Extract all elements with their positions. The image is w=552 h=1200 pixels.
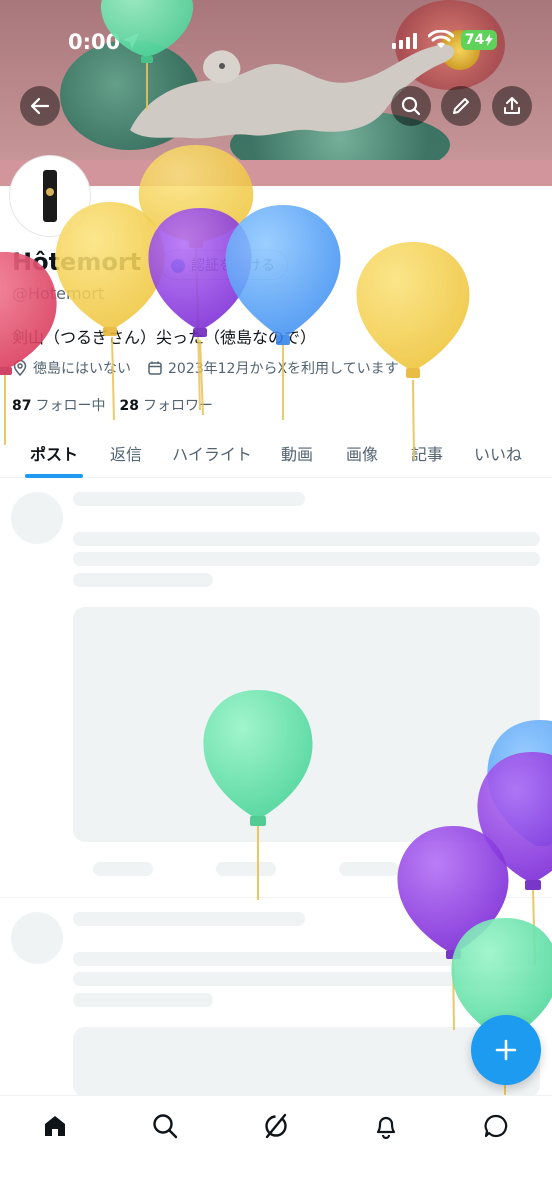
skeleton-line <box>73 912 305 926</box>
nav-messages[interactable] <box>480 1110 512 1142</box>
display-name: Hôtemort <box>12 248 142 276</box>
skeleton-avatar <box>11 492 63 544</box>
search-button[interactable] <box>391 86 431 126</box>
skeleton-line <box>73 972 540 986</box>
location-item: 徳島にはいない <box>12 358 131 378</box>
nav-search[interactable] <box>149 1110 181 1142</box>
tab-images[interactable]: 画像 <box>314 428 410 478</box>
skeleton-avatar <box>11 912 63 964</box>
tab-label: 動画 <box>280 445 313 464</box>
status-time: 0:00 <box>68 30 121 54</box>
share-button[interactable] <box>492 86 532 126</box>
search-icon <box>401 96 421 116</box>
get-verified-button[interactable]: 認証を受ける <box>160 250 288 280</box>
skeleton-line <box>73 952 540 966</box>
avatar[interactable] <box>10 156 90 236</box>
nav-notifications[interactable] <box>370 1110 402 1142</box>
feed-divider <box>0 897 552 898</box>
skeleton-line <box>73 532 540 546</box>
charging-bolt-icon <box>485 34 494 46</box>
tab-label: いいね <box>473 445 522 464</box>
home-icon <box>45 1116 65 1136</box>
arrow-left-icon <box>30 97 50 115</box>
compose-post-button[interactable] <box>471 1015 541 1085</box>
bottom-navigation <box>0 1095 552 1200</box>
profile-bio: 剣山（つるぎさん）尖った（徳島なので） <box>12 328 317 347</box>
tab-articles[interactable]: 記事 <box>410 428 444 478</box>
status-bar: 0:00 74 <box>0 0 552 80</box>
tab-likes[interactable]: いいね <box>444 428 552 478</box>
balloon-blue <box>225 205 341 420</box>
share-icon <box>504 97 520 114</box>
skeleton-action <box>93 862 153 876</box>
tab-label: 記事 <box>410 445 443 464</box>
profile-tabs: ポスト 返信 ハイライト 動画 画像 記事 いいね <box>0 428 552 478</box>
back-button[interactable] <box>20 86 60 126</box>
pencil-icon <box>453 98 469 114</box>
battery-level: 74 <box>464 32 485 48</box>
joined-text: 2023年12月からXを利用しています <box>168 361 399 377</box>
followers-link[interactable]: 28 フォロワー <box>119 395 212 415</box>
skeleton-action <box>216 862 276 876</box>
follow-stats: 87 フォロー中 28 フォロワー <box>12 395 213 415</box>
skeleton-media <box>73 1027 540 1097</box>
joined-item: 2023年12月からXを利用しています <box>147 358 399 378</box>
avatar-image <box>43 170 57 222</box>
skeleton-line <box>73 573 213 587</box>
battery-indicator: 74 <box>461 30 497 50</box>
following-label: フォロー中 <box>35 398 106 414</box>
grok-icon <box>265 1113 287 1139</box>
tab-label: ポスト <box>29 445 78 464</box>
followers-label: フォロワー <box>142 398 213 414</box>
wifi-icon <box>428 30 454 48</box>
user-handle: @Hotemort <box>12 284 105 303</box>
location-text: 徳島にはいない <box>33 361 131 377</box>
skeleton-line <box>73 492 305 506</box>
skeleton-line <box>73 552 540 566</box>
balloon-yellow <box>55 202 165 421</box>
location-arrow-icon <box>123 33 139 49</box>
message-icon <box>484 1114 508 1138</box>
search-icon <box>153 1114 178 1139</box>
tab-videos[interactable]: 動画 <box>280 428 314 478</box>
skeleton-line <box>73 993 213 1007</box>
nav-home[interactable] <box>39 1110 71 1142</box>
skeleton-media <box>73 607 540 842</box>
cellular-signal-icon <box>392 33 417 49</box>
calendar-icon <box>148 361 162 375</box>
following-link[interactable]: 87 フォロー中 <box>12 395 105 415</box>
location-pin-icon <box>13 360 27 376</box>
plus-icon <box>495 1039 517 1061</box>
tab-label: 返信 <box>109 445 142 464</box>
tab-label: 画像 <box>345 445 378 464</box>
followers-count: 28 <box>119 398 139 414</box>
tab-replies[interactable]: 返信 <box>108 428 144 478</box>
balloon-purple <box>148 208 252 416</box>
balloon-purple <box>397 826 509 1031</box>
balloon-red <box>0 252 57 445</box>
bell-icon <box>376 1116 396 1140</box>
skeleton-action <box>339 862 399 876</box>
following-count: 87 <box>12 398 32 414</box>
edit-button[interactable] <box>441 86 481 126</box>
tab-posts[interactable]: ポスト <box>0 428 108 478</box>
tab-highlights[interactable]: ハイライト <box>144 428 280 478</box>
nav-grok[interactable] <box>260 1110 292 1142</box>
profile-meta: 徳島にはいない 2023年12月からXを利用しています <box>12 358 415 378</box>
tab-label: ハイライト <box>172 445 252 464</box>
